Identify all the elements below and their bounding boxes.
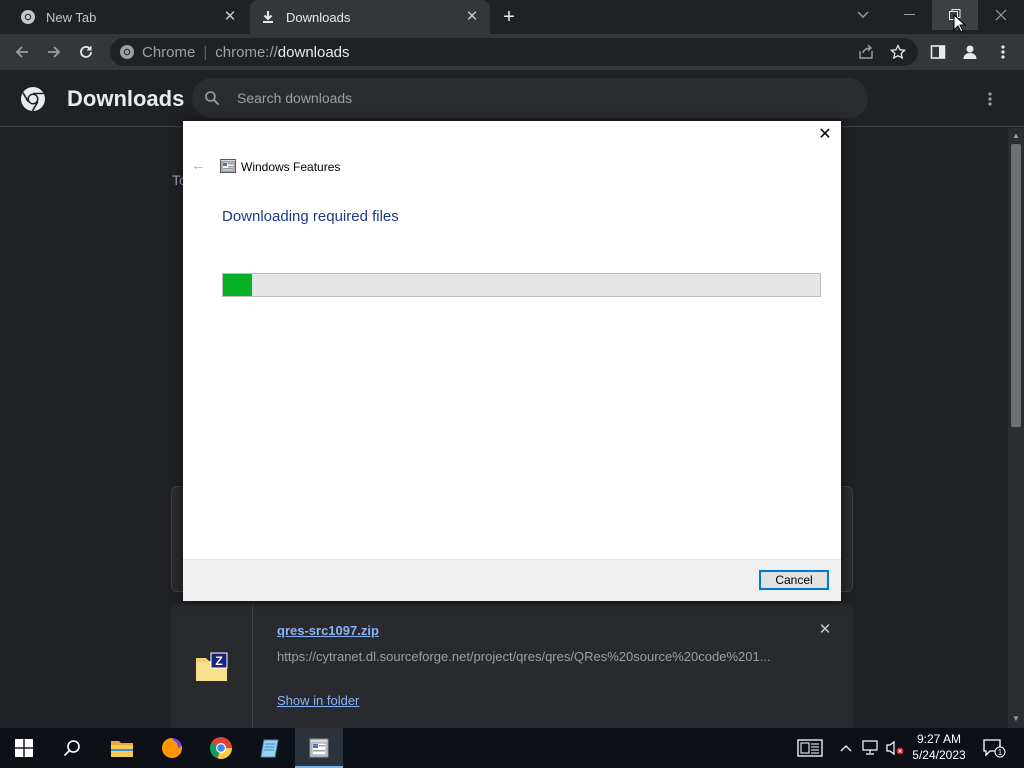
file-explorer-icon[interactable]: [98, 728, 146, 768]
search-icon: [204, 89, 222, 107]
chrome-logo-icon: [20, 86, 46, 112]
card-divider: [252, 604, 253, 728]
notification-count: 1: [998, 748, 1003, 757]
tab-downloads[interactable]: Downloads ✕: [250, 0, 490, 34]
tab-close-icon[interactable]: ✕: [222, 9, 238, 25]
tab-strip: New Tab ✕ Downloads ✕ +: [0, 0, 1024, 34]
download-source-url: https://cytranet.dl.sourceforge.net/proj…: [277, 649, 771, 664]
system-clock[interactable]: 9:27 AM 5/24/2023: [905, 731, 973, 763]
dialog-footer: Cancel: [183, 559, 841, 601]
url-protocol: chrome://: [215, 43, 278, 61]
profile-avatar-icon[interactable]: [960, 42, 980, 62]
scroll-down-arrow-icon[interactable]: ▼: [1011, 714, 1021, 724]
remove-download-icon[interactable]: ✕: [817, 622, 833, 638]
downloads-header: Downloads Search downloads: [0, 70, 1024, 127]
more-options-icon[interactable]: [982, 89, 998, 109]
dialog-heading: Downloading required files: [222, 208, 399, 225]
clock-time: 9:27 AM: [916, 732, 962, 746]
start-button[interactable]: [0, 728, 48, 768]
new-tab-button[interactable]: +: [498, 6, 520, 28]
omnibox[interactable]: Chrome | chrome://downloads: [110, 38, 918, 66]
side-panel-icon[interactable]: [928, 42, 948, 62]
download-progress-bar: [222, 273, 821, 297]
windows-features-dialog: ✕ ← Windows Features Downloading require…: [183, 121, 841, 601]
page-scrollbar[interactable]: ▲ ▼: [1008, 128, 1024, 728]
minimize-icon[interactable]: [886, 0, 932, 30]
show-in-folder-link[interactable]: Show in folder: [277, 693, 359, 708]
download-icon: [260, 9, 276, 25]
volume-muted-icon[interactable]: [884, 728, 906, 768]
progress-fill: [223, 274, 252, 296]
tab-new-tab[interactable]: New Tab ✕: [0, 0, 248, 34]
news-widget-icon[interactable]: [796, 728, 824, 768]
bookmark-star-icon[interactable]: [888, 42, 908, 62]
clock-date: 5/24/2023: [912, 748, 966, 762]
forward-arrow-icon[interactable]: [42, 40, 66, 64]
chrome-menu-icon[interactable]: [993, 42, 1013, 62]
mouse-cursor-icon: [953, 13, 967, 34]
share-icon[interactable]: [856, 42, 876, 62]
dialog-title: Windows Features: [241, 160, 341, 174]
network-icon[interactable]: [860, 728, 880, 768]
dialog-back-arrow-icon[interactable]: ←: [191, 158, 207, 174]
omnibox-separator: |: [203, 43, 208, 61]
reload-icon[interactable]: [74, 40, 98, 64]
show-hidden-icons-chevron-icon[interactable]: [838, 728, 854, 768]
download-item: Z qres-src1097.zip https://cytranet.dl.s…: [171, 604, 853, 728]
tab-label: Downloads: [286, 9, 351, 25]
windows-logo-icon: [15, 739, 33, 757]
notepad-icon[interactable]: [246, 728, 294, 768]
chrome-icon: [20, 9, 36, 25]
search-placeholder: Search downloads: [237, 90, 353, 106]
tab-label: New Tab: [46, 9, 97, 25]
svg-text:Z: Z: [215, 654, 222, 668]
back-arrow-icon[interactable]: [10, 40, 34, 64]
dialog-close-icon[interactable]: ✕: [817, 127, 833, 143]
scroll-up-arrow-icon[interactable]: ▲: [1011, 131, 1021, 141]
tab-search-chevron-icon[interactable]: [840, 0, 886, 30]
download-filename-link[interactable]: qres-src1097.zip: [277, 623, 379, 638]
window-close-icon[interactable]: [978, 0, 1024, 30]
omnibox-scheme-label: Chrome: [142, 43, 196, 61]
search-icon[interactable]: [48, 728, 96, 768]
zip-file-icon: Z: [195, 652, 229, 682]
notification-center-icon[interactable]: 1: [980, 728, 1008, 768]
search-downloads-input[interactable]: Search downloads: [192, 78, 868, 118]
windows-features-taskbar-icon[interactable]: [295, 728, 343, 768]
url-host: downloads: [277, 43, 350, 61]
chrome-taskbar-icon[interactable]: [197, 728, 245, 768]
firefox-icon[interactable]: [148, 728, 196, 768]
page-title: Downloads: [67, 86, 185, 111]
tab-close-icon[interactable]: ✕: [464, 9, 480, 25]
scrollbar-thumb[interactable]: [1011, 144, 1021, 427]
chrome-icon: [119, 44, 135, 60]
cancel-button[interactable]: Cancel: [759, 570, 829, 590]
windows-taskbar: 9:27 AM 5/24/2023 1: [0, 728, 1024, 768]
windows-features-icon: [220, 158, 236, 174]
